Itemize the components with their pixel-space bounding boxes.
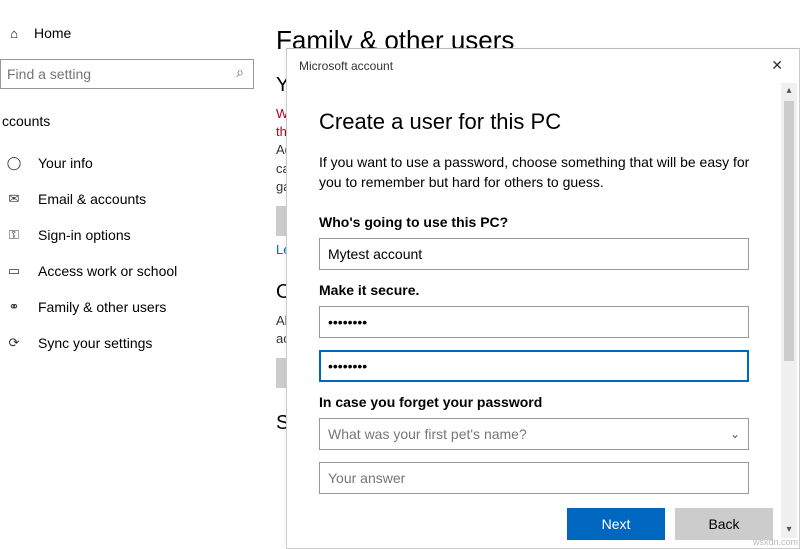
scrollbar[interactable]: ▴ ▾ — [781, 83, 797, 538]
sidebar-item-email-accounts[interactable]: ✉ Email & accounts — [0, 181, 260, 217]
dialog-footer: Next Back — [287, 500, 799, 548]
key-icon: ⚿ — [6, 227, 22, 243]
settings-sidebar: ⌂ Home ⌕ ccounts ◯ Your info ✉ Email & a… — [0, 0, 260, 549]
sidebar-item-label: Access work or school — [38, 263, 177, 279]
sync-icon: ⟳ — [6, 335, 22, 351]
sidebar-item-label: Email & accounts — [38, 191, 146, 207]
security-answer-input[interactable] — [319, 462, 749, 494]
home-nav[interactable]: ⌂ Home — [0, 25, 260, 59]
dialog-title: Microsoft account — [299, 59, 393, 73]
home-label: Home — [34, 25, 71, 41]
password-input[interactable] — [319, 306, 749, 338]
microsoft-account-dialog: Microsoft account ✕ ▴ ▾ Create a user fo… — [286, 48, 800, 549]
back-button[interactable]: Back — [675, 508, 773, 540]
sidebar-item-your-info[interactable]: ◯ Your info — [0, 145, 260, 181]
user-icon: ◯ — [6, 155, 22, 171]
secure-label: Make it secure. — [319, 282, 759, 298]
dialog-titlebar: Microsoft account ✕ — [287, 49, 799, 82]
next-button[interactable]: Next — [567, 508, 665, 540]
home-icon: ⌂ — [6, 26, 22, 41]
sidebar-item-label: Sign-in options — [38, 227, 131, 243]
search-input[interactable] — [0, 59, 254, 89]
family-icon: ⚭ — [6, 299, 22, 315]
forget-label: In case you forget your password — [319, 394, 759, 410]
mail-icon: ✉ — [6, 191, 22, 207]
security-question-placeholder: What was your first pet's name? — [328, 426, 527, 442]
sidebar-item-label: Sync your settings — [38, 335, 152, 351]
username-input[interactable] — [319, 238, 749, 270]
briefcase-icon: ▭ — [6, 263, 22, 279]
security-question-select[interactable]: What was your first pet's name? ⌄ — [319, 418, 749, 450]
scrollbar-thumb[interactable] — [784, 101, 794, 361]
sidebar-item-family-other-users[interactable]: ⚭ Family & other users — [0, 289, 260, 325]
close-icon[interactable]: ✕ — [765, 57, 789, 74]
who-label: Who's going to use this PC? — [319, 214, 759, 230]
watermark: wsxdn.com — [753, 537, 798, 547]
sidebar-item-access-work-school[interactable]: ▭ Access work or school — [0, 253, 260, 289]
search-wrap: ⌕ — [0, 59, 258, 89]
section-label-accounts: ccounts — [0, 105, 260, 145]
dialog-intro: If you want to use a password, choose so… — [319, 153, 759, 192]
confirm-password-input[interactable] — [319, 350, 749, 382]
scroll-up-icon[interactable]: ▴ — [781, 83, 797, 99]
dialog-heading: Create a user for this PC — [319, 109, 759, 135]
dialog-body: Create a user for this PC If you want to… — [287, 79, 781, 500]
sidebar-item-label: Family & other users — [38, 299, 166, 315]
chevron-down-icon: ⌄ — [730, 427, 740, 441]
sidebar-item-label: Your info — [38, 155, 93, 171]
sidebar-item-sync-settings[interactable]: ⟳ Sync your settings — [0, 325, 260, 361]
sidebar-item-sign-in-options[interactable]: ⚿ Sign-in options — [0, 217, 260, 253]
